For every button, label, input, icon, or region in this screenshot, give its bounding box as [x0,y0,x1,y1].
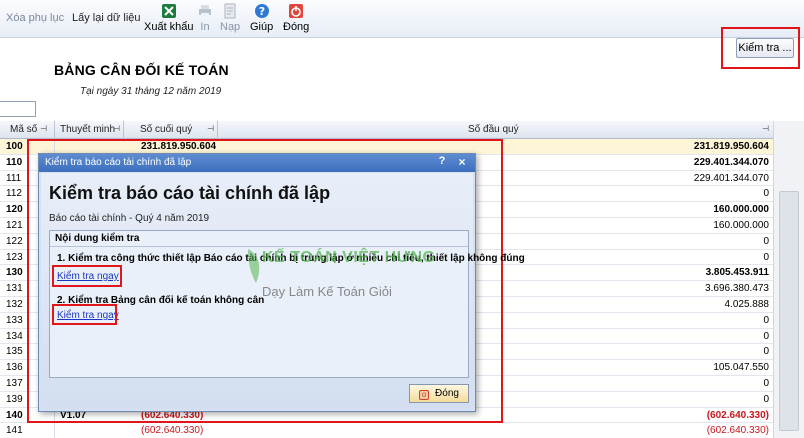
dialog-help-icon[interactable]: ? [435,155,449,170]
svg-text:?: ? [258,5,264,18]
row-code: 120 [6,204,23,216]
dialog-subtitle: Báo cáo tài chính - Quý 4 năm 2019 [49,213,210,224]
power-icon: o [419,390,430,400]
toolbar: Xóa phụ lục Lấy lại dữ liệu Xuất khẩu In… [0,0,804,38]
row-end-value: (602.640.330) [141,425,204,437]
filter-input[interactable] [0,101,36,117]
row-begin-value: 0 [763,314,769,326]
row-code: 134 [6,330,23,342]
highlight-check-button [721,27,800,69]
row-begin-value: 229.401.344.070 [693,156,769,168]
row-code: 122 [6,235,23,247]
row-begin-value: 105.047.550 [713,362,769,374]
print-button[interactable]: In [197,3,213,33]
pin-icon[interactable]: ⊣ [762,124,769,133]
header-ma-so[interactable]: Mã số [10,124,37,135]
row-code: 135 [6,346,23,358]
reload-data-button[interactable]: Lấy lại dữ liệu [72,12,141,24]
printer-icon [199,5,211,17]
row-begin-value: 229.401.344.070 [693,172,769,184]
table-row[interactable]: 141 (602.640.330) (602.640.330) [0,423,773,438]
row-code: 136 [6,362,23,374]
pin-icon[interactable]: ⊣ [113,124,120,133]
delete-appendix-button[interactable]: Xóa phụ lục [6,12,64,24]
pin-icon[interactable]: ⊣ [207,124,214,133]
row-begin-value: 0 [763,330,769,342]
excel-icon [161,4,176,18]
row-begin-value: 4.025.888 [724,298,770,310]
header-so-cuoi-quy[interactable]: Số cuối quý [140,124,192,135]
dialog-body: Kiểm tra báo cáo tài chính đã lập Báo cá… [41,173,525,409]
row-code: 130 [6,267,23,279]
power-icon [289,4,304,18]
check-report-dialog: Kiểm tra báo cáo tài chính đã lập ? × Ki… [38,153,525,412]
close-dialog-button[interactable]: o Đóng [409,384,469,403]
row-begin-value: 3.805.453.911 [705,267,769,279]
scrollbar-thumb[interactable] [779,191,799,431]
row-code: 137 [6,377,23,389]
row-code: 132 [6,298,23,310]
row-code: 133 [6,314,23,326]
row-begin-value: 0 [763,393,769,405]
header-so-dau-quy[interactable]: Số đầu quý [468,124,519,135]
row-begin-value: 0 [763,377,769,389]
check-content-group: Nội dung kiểm tra 1. Kiểm tra công thức … [49,230,525,378]
dialog-heading: Kiểm tra báo cáo tài chính đã lập [49,183,331,203]
pin-icon[interactable]: ⊣ [40,124,47,133]
brand-watermark-sub: Dạy Làm Kế Toán Giỏi [262,284,392,299]
row-begin-value: 160.000.000 [713,219,769,231]
row-code: 140 [6,409,23,421]
help-icon: ? [254,4,269,18]
row-code: 121 [6,219,23,231]
row-code: 131 [6,283,23,295]
row-code: 100 [6,141,23,152]
row-code: 139 [6,393,23,405]
row-code: 112 [6,188,22,200]
row-begin-value: (602.640.330) [706,409,769,421]
group-title: Nội dung kiểm tra [55,233,140,244]
report-area [0,38,804,122]
row-begin-value: 160.000.000 [713,204,769,216]
export-button[interactable]: Xuất khẩu [144,3,194,33]
row-begin-value: 3.696.380.473 [705,283,769,295]
grid-header: Mã số ⊣ Thuyết minh ⊣ Số cuối quý ⊣ Số đ… [0,121,773,139]
highlight-link-2 [52,304,117,325]
document-icon [224,3,236,19]
brand-watermark: KẾ TOÁN VIỆT HƯNG [262,249,436,266]
load-button[interactable]: Nạp [220,3,240,33]
help-button[interactable]: ? Giúp [250,3,273,33]
dialog-title: Kiểm tra báo cáo tài chính đã lập [39,154,475,172]
row-code: 111 [6,172,22,184]
row-begin-value: 0 [763,188,769,200]
row-begin-value: 0 [763,251,769,263]
row-code: 141 [6,425,23,437]
header-thuyet-minh[interactable]: Thuyết minh [60,124,115,135]
row-begin-value: 0 [763,235,769,247]
dialog-close-icon[interactable]: × [455,155,469,170]
close-toolbar-button[interactable]: Đóng [283,3,309,33]
highlight-link-1 [52,265,122,287]
vertical-scrollbar[interactable] [773,121,804,438]
row-code: 110 [6,156,23,168]
row-begin-value: (602.640.330) [706,425,769,437]
report-title: BẢNG CÂN ĐỐI KẾ TOÁN [54,62,229,78]
row-begin-value: 231.819.950.604 [693,141,769,152]
row-code: 123 [6,251,23,263]
row-begin-value: 0 [763,346,769,358]
report-subtitle: Tại ngày 31 tháng 12 năm 2019 [80,86,222,97]
